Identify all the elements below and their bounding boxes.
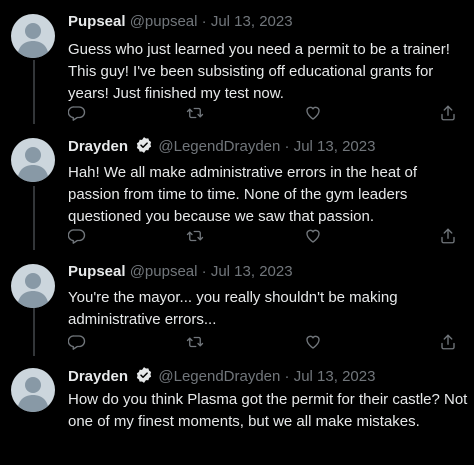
- separator-dot: ·: [284, 368, 290, 385]
- display-name[interactable]: Pupseal: [68, 263, 126, 280]
- tweet[interactable]: Drayden @LegendDrayden · Jul 13, 2023 Ha…: [0, 136, 474, 254]
- tweet-text: You're the mayor... you really shouldn't…: [68, 289, 398, 328]
- tweet[interactable]: Pupseal @pupseal · Jul 13, 2023 Guess wh…: [0, 12, 474, 130]
- reply-icon[interactable]: [68, 104, 86, 122]
- tweet-header: Drayden @LegendDrayden · Jul 13, 2023: [68, 136, 375, 156]
- user-handle[interactable]: @pupseal: [130, 263, 198, 280]
- tweet-header: Pupseal @pupseal · Jul 13, 2023: [68, 262, 293, 282]
- tweet-actions: [68, 333, 463, 353]
- tweet-text: Hah! We all make administrative errors i…: [68, 164, 418, 225]
- reply-icon[interactable]: [68, 227, 86, 245]
- display-name[interactable]: Drayden: [68, 138, 128, 155]
- tweet-text: How do you think Plasma got the permit f…: [68, 391, 468, 430]
- reply-icon[interactable]: [68, 333, 86, 351]
- retweet-icon[interactable]: [186, 333, 204, 351]
- separator-dot: ·: [201, 263, 207, 280]
- default-avatar-icon: [17, 147, 49, 182]
- tweet[interactable]: Pupseal @pupseal · Jul 13, 2023 You're t…: [0, 262, 474, 356]
- share-icon[interactable]: [439, 104, 457, 122]
- share-icon[interactable]: [439, 227, 457, 245]
- tweet-actions: [68, 227, 463, 247]
- tweet-date[interactable]: Jul 13, 2023: [211, 13, 293, 30]
- tweet-actions: [68, 104, 463, 124]
- avatar[interactable]: [11, 138, 55, 182]
- tweet-header: Pupseal @pupseal · Jul 13, 2023: [68, 12, 293, 32]
- retweet-icon[interactable]: [186, 104, 204, 122]
- avatar[interactable]: [11, 264, 55, 308]
- avatar[interactable]: [11, 14, 55, 58]
- avatar[interactable]: [11, 368, 55, 412]
- tweet-date[interactable]: Jul 13, 2023: [294, 138, 376, 155]
- separator-dot: ·: [201, 13, 207, 30]
- user-handle[interactable]: @LegendDrayden: [158, 138, 280, 155]
- like-icon[interactable]: [304, 227, 322, 245]
- display-name[interactable]: Pupseal: [68, 13, 126, 30]
- verified-badge-icon: [135, 136, 153, 154]
- separator-dot: ·: [284, 138, 290, 155]
- tweet-date[interactable]: Jul 13, 2023: [294, 368, 376, 385]
- like-icon[interactable]: [304, 333, 322, 351]
- tweet[interactable]: Drayden @LegendDrayden · Jul 13, 2023 Ho…: [0, 366, 474, 465]
- tweet-date[interactable]: Jul 13, 2023: [211, 263, 293, 280]
- tweet-header: Drayden @LegendDrayden · Jul 13, 2023: [68, 366, 375, 386]
- default-avatar-icon: [17, 377, 49, 412]
- user-handle[interactable]: @pupseal: [130, 13, 198, 30]
- retweet-icon[interactable]: [186, 227, 204, 245]
- like-icon[interactable]: [304, 104, 322, 122]
- default-avatar-icon: [17, 273, 49, 308]
- user-handle[interactable]: @LegendDrayden: [158, 368, 280, 385]
- verified-badge-icon: [135, 366, 153, 384]
- tweet-text: Guess who just learned you need a permit…: [68, 41, 450, 102]
- default-avatar-icon: [17, 23, 49, 58]
- display-name[interactable]: Drayden: [68, 368, 128, 385]
- share-icon[interactable]: [439, 333, 457, 351]
